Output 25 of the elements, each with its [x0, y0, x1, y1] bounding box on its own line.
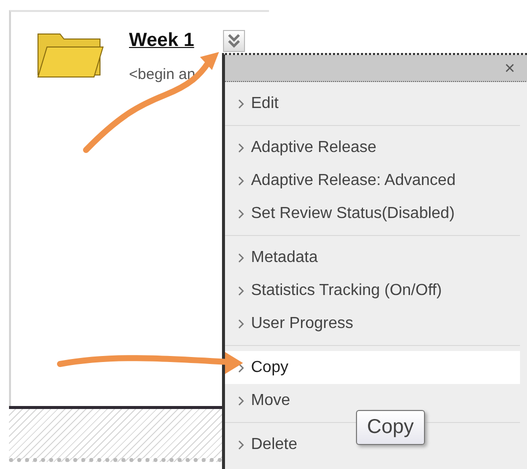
chevron-icon — [238, 98, 244, 108]
chevron-icon — [238, 286, 244, 296]
chevron-icon — [238, 318, 244, 328]
menu-item[interactable]: Adaptive Release: Advanced — [225, 164, 466, 197]
menu-item[interactable]: Adaptive Release — [225, 131, 386, 164]
close-button[interactable]: × — [502, 58, 517, 78]
menu-item[interactable]: Copy — [225, 351, 520, 384]
chevron-icon — [238, 440, 244, 450]
chevron-icon — [238, 252, 244, 262]
options-button[interactable] — [223, 30, 245, 52]
chevron-icon — [238, 362, 244, 372]
menu-item[interactable]: Edit — [225, 87, 289, 120]
chevron-icon — [238, 208, 244, 218]
item-title[interactable]: Week 1 — [129, 30, 194, 52]
menu-item[interactable]: Set Review Status(Disabled) — [225, 197, 465, 230]
menu-item[interactable]: Delete — [225, 428, 308, 461]
double-chevron-icon — [228, 34, 240, 48]
menu-item[interactable]: User Progress — [225, 307, 364, 340]
chevron-icon — [238, 396, 244, 406]
menu-item[interactable]: Statistics Tracking (On/Off) — [225, 274, 452, 307]
tooltip: Copy — [356, 410, 425, 445]
menu-item[interactable]: Metadata — [225, 241, 328, 274]
chevron-icon — [238, 142, 244, 152]
chevron-icon — [238, 176, 244, 186]
menu-item[interactable]: Move — [225, 384, 300, 417]
